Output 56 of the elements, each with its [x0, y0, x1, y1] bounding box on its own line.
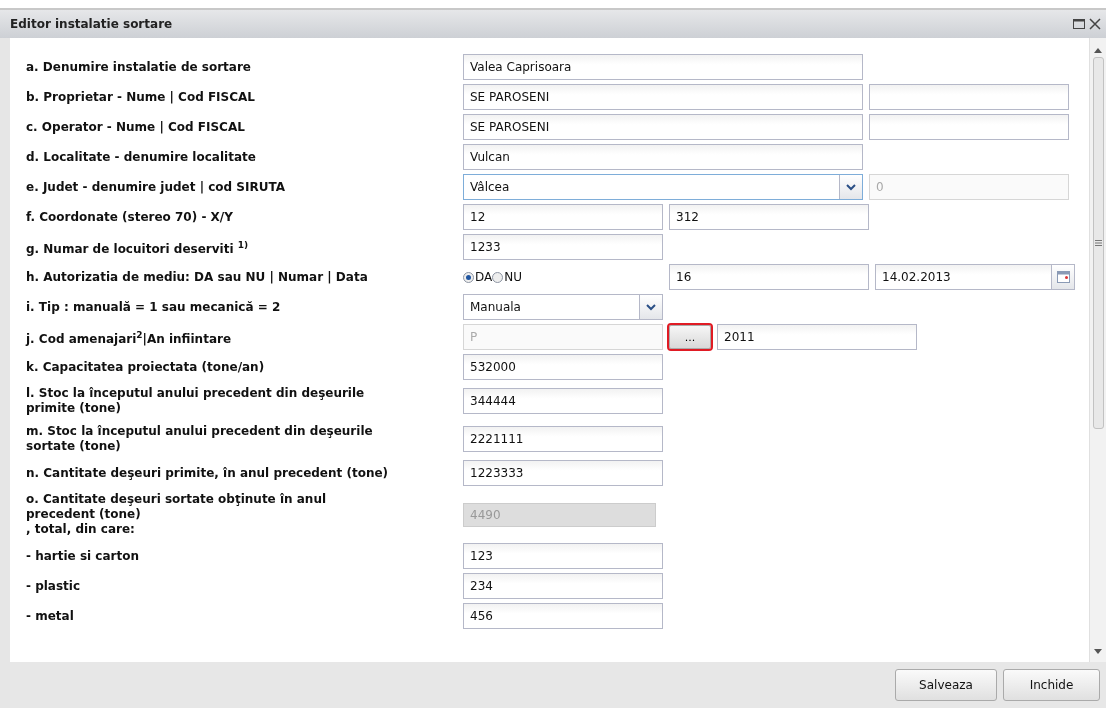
field-label: d. Localitate - denumire localitate — [26, 149, 257, 165]
input-field[interactable]: 234 — [463, 573, 663, 599]
field-label: n. Cantitate deşeuri primite, în anul precedent (tone) — [26, 465, 390, 481]
radio-option[interactable]: DA — [463, 270, 493, 284]
input-field[interactable]: SE PAROSENI — [463, 84, 863, 110]
field-label: a. Denumire instalatie de sortare — [26, 59, 252, 75]
input-field[interactable]: 2011 — [717, 324, 917, 350]
field-label: k. Capacitatea proiectata (tone/an) — [26, 359, 266, 375]
input-field[interactable]: 1223333 — [463, 460, 663, 486]
radio-option[interactable]: NU — [492, 270, 522, 284]
field-label: h. Autorizatia de mediu: DA sau NU | Numar | Data — [26, 269, 369, 285]
scrollbar[interactable] — [1089, 38, 1106, 662]
chevron-down-icon — [646, 303, 656, 311]
maximize-icon[interactable] — [1072, 17, 1086, 31]
field-label: b. Proprietar - Nume | Cod FISCAL — [26, 89, 256, 105]
calendar-icon — [1056, 271, 1070, 283]
dialog-button[interactable]: Salveaza — [895, 669, 997, 701]
input-field[interactable]: Vulcan — [463, 144, 863, 170]
field-label: - metal — [26, 608, 75, 624]
input-field[interactable]: 532000 — [463, 354, 663, 380]
input-field[interactable]: 344444 — [463, 388, 663, 414]
scroll-up-icon[interactable] — [1094, 48, 1102, 53]
field-label: o. Cantitate deşeuri sortate obţinute în anul precedent (tone) , total, din care: — [26, 492, 328, 537]
field-label: - hartie si carton — [26, 548, 140, 564]
dropdown-field[interactable]: Vâlcea — [463, 174, 863, 200]
input-field[interactable]: 1233 — [463, 234, 663, 260]
field-label: i. Tip : manuală = 1 sau mecanică = 2 — [26, 299, 282, 315]
field-label: l. Stoc la începutul anului precedent din deşeurile primite (tone) — [26, 386, 366, 416]
field-label: f. Coordonate (stereo 70) - X/Y — [26, 209, 234, 225]
input-field[interactable] — [869, 84, 1069, 110]
grip-icon — [1094, 240, 1102, 246]
date-field[interactable]: 14.02.2013 — [875, 264, 1075, 290]
close-icon[interactable] — [1088, 17, 1102, 31]
field-label: c. Operator - Nume | Cod FISCAL — [26, 119, 246, 135]
window-title: Editor instalatie sortare — [10, 17, 174, 31]
field-label: - plastic — [26, 578, 82, 594]
input-field[interactable]: 16 — [669, 264, 869, 290]
input-field[interactable]: 12 — [463, 204, 663, 230]
input-field[interactable]: 456 — [463, 603, 663, 629]
browse-button[interactable]: ... — [669, 325, 711, 349]
chevron-down-icon — [846, 183, 856, 191]
scroll-down-icon[interactable] — [1094, 649, 1102, 654]
field-label: j. Cod amenajari$^{2}$|An infiintare — [26, 328, 233, 347]
radio-icon[interactable] — [463, 271, 474, 283]
radio-icon[interactable] — [492, 271, 504, 283]
input-field[interactable] — [869, 114, 1069, 140]
input-field[interactable]: 123 — [463, 543, 663, 569]
input-field[interactable]: Valea Caprisoara — [463, 54, 863, 80]
input-field[interactable]: 312 — [669, 204, 869, 230]
field-label: g. Numar de locuitori deserviti $^{1)}$ — [26, 238, 250, 257]
dialog-button[interactable]: Inchide — [1003, 669, 1100, 701]
field-label: m. Stoc la începutul anului precedent din deşeurile sortate (tone) — [26, 424, 374, 454]
input-field[interactable]: SE PAROSENI — [463, 114, 863, 140]
input-field[interactable]: 2221111 — [463, 426, 663, 452]
field-label: e. Judet - denumire judet | cod SIRUTA — [26, 179, 286, 195]
dropdown-field[interactable]: Manuala — [463, 294, 663, 320]
